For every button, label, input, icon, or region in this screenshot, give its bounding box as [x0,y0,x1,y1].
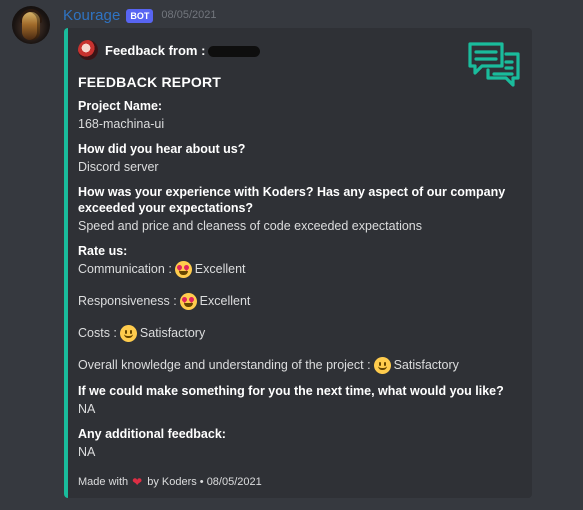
rate-knowledge: Overall knowledge and understanding of t… [78,356,459,374]
embed-footer: Made with ❤ by Koders • 08/05/2021 [78,475,262,489]
field-name: Any additional feedback: [78,427,226,441]
field-name: How was your experience with Koders? Has… [78,185,506,215]
field-name: If we could make something for you the n… [78,384,504,398]
bot-tag: BOT [126,8,154,23]
message-timestamp: 08/05/2021 [161,9,217,21]
slight-smile-emoji-icon [119,324,137,342]
slight-smile-emoji-icon [373,356,391,374]
field-value: NA [78,402,96,416]
field-value: Speed and price and cleaness of code exc… [78,219,422,233]
rate-responsiveness: Responsiveness : Excellent [78,292,251,310]
redaction-mark [208,45,261,57]
message-header: Kourage BOT 08/05/2021 [63,5,216,25]
field-experience: How was your experience with Koders? Has… [78,184,508,235]
field-rate: Rate us: Communication : Excellent Respo… [78,243,508,375]
field-project-name: Project Name: 168-machina-ui [78,98,508,133]
heart-icon: ❤ [132,475,143,489]
embed-author: Feedback from : [78,40,508,60]
field-hear-about: How did you hear about us? Discord serve… [78,141,508,176]
embed-title: FEEDBACK REPORT [78,74,222,90]
field-value: 168-machina-ui [78,117,165,131]
heart-eyes-emoji-icon [174,260,192,278]
embed-author-name: Feedback from : [105,43,261,58]
rate-costs: Costs : Satisfactory [78,324,206,342]
field-additional: Any additional feedback: NA [78,426,508,461]
field-next-time: If we could make something for you the n… [78,383,508,418]
field-value: NA [78,445,96,459]
field-name: How did you hear about us? [78,142,246,156]
rate-communication: Communication : Excellent [78,260,246,278]
username[interactable]: Kourage [63,7,120,24]
heart-eyes-emoji-icon [179,292,197,310]
embed: Feedback from : FEEDBACK REPORT Project … [64,28,532,498]
user-avatar[interactable] [12,6,50,44]
field-value: Discord server [78,160,159,174]
field-name: Rate us: [78,244,128,258]
author-avatar [78,40,98,60]
field-name: Project Name: [78,99,163,113]
